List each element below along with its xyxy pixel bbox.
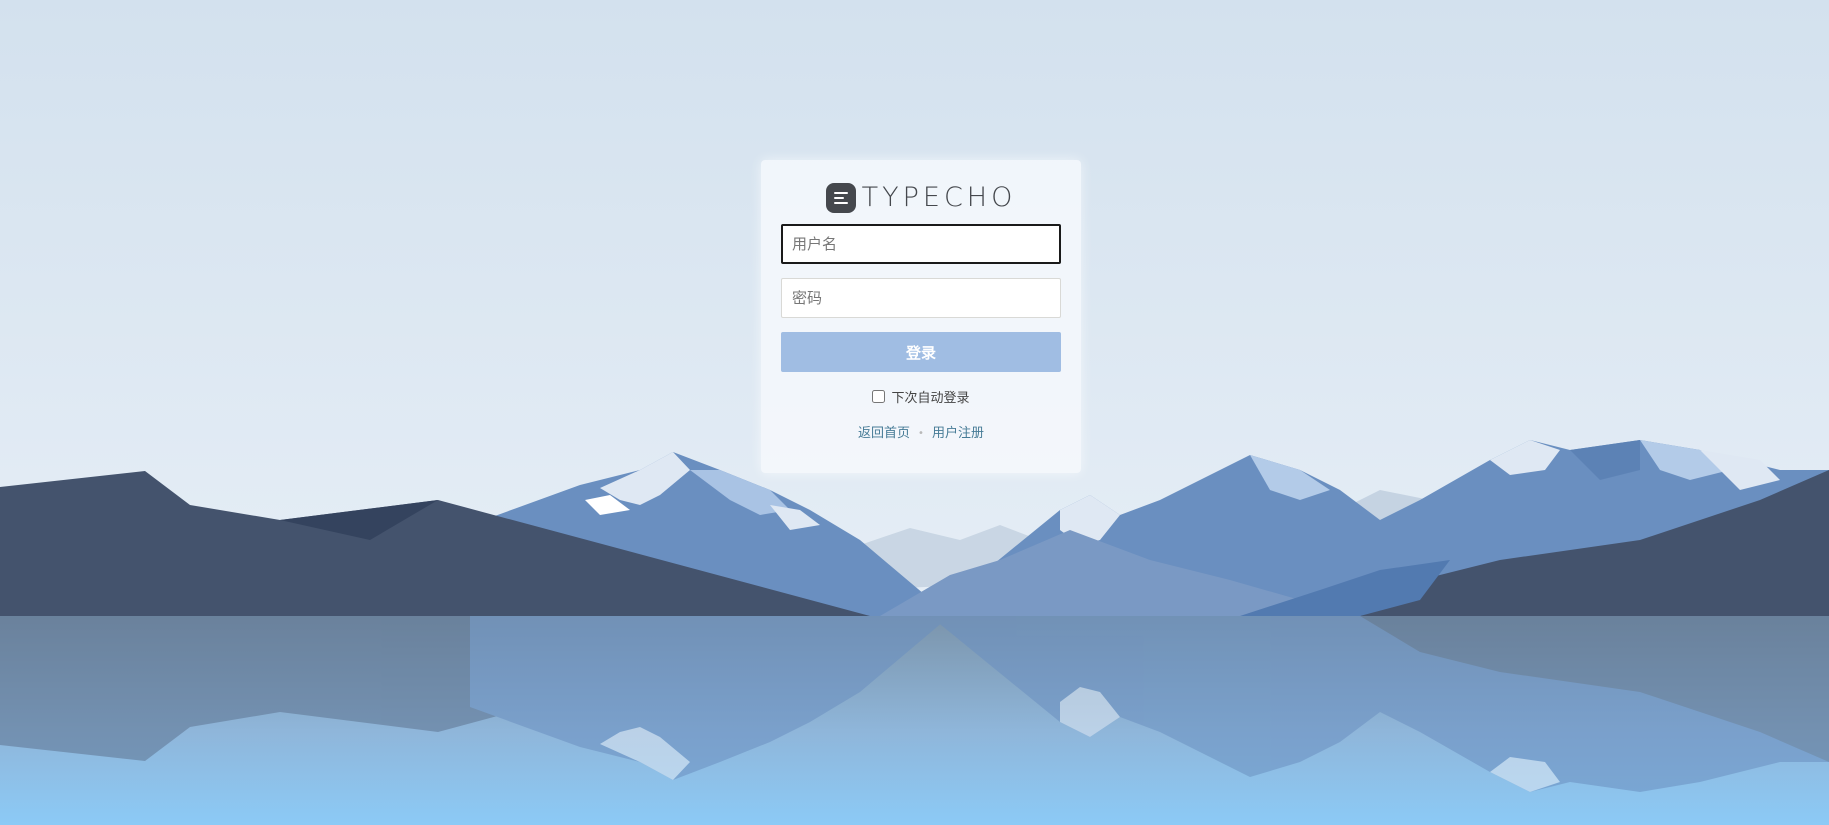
password-input[interactable] — [781, 278, 1061, 318]
login-button[interactable]: 登录 — [781, 332, 1061, 372]
remember-me-label: 下次自动登录 — [891, 390, 970, 406]
remember-me-checkbox[interactable] — [872, 389, 886, 403]
link-separator: • — [918, 428, 924, 439]
login-card: TYPECHO 登录 下次自动登录 返回首页 • 用户注册 — [761, 160, 1081, 473]
brand-wordmark: TYPECHO — [861, 182, 1017, 213]
back-home-link[interactable]: 返回首页 — [858, 426, 910, 441]
brand-header: TYPECHO — [781, 182, 1061, 214]
typecho-logo-icon — [825, 183, 856, 213]
footer-links: 返回首页 • 用户注册 — [781, 422, 1061, 442]
register-link[interactable]: 用户注册 — [932, 426, 984, 441]
remember-me-row: 下次自动登录 — [781, 386, 1061, 406]
username-input[interactable] — [781, 224, 1061, 264]
